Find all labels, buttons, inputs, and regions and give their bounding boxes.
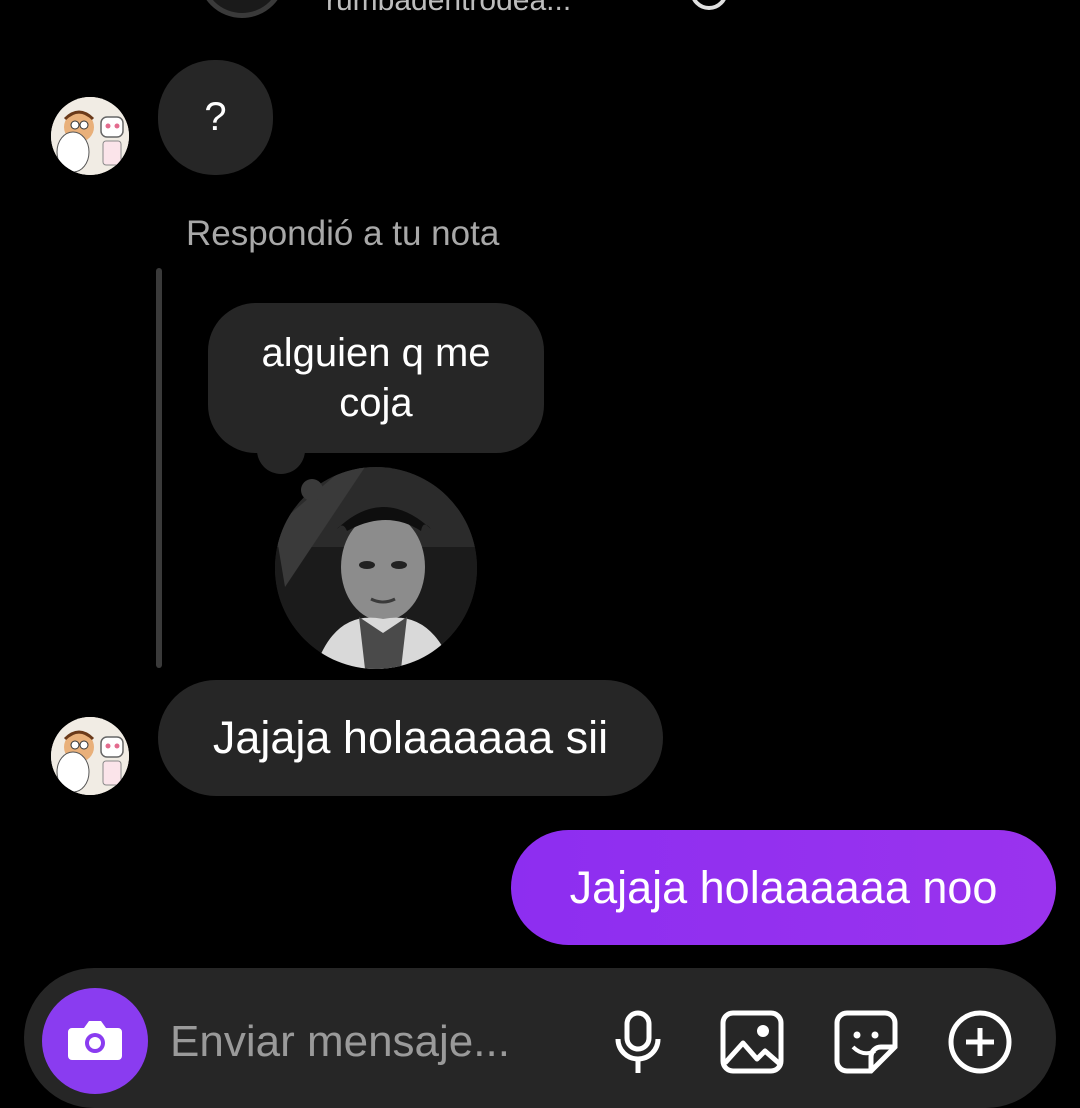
header-contact-name[interactable]: rumbadentrodea... <box>326 0 571 18</box>
header-info-icon[interactable] <box>690 0 728 10</box>
plus-circle-icon <box>946 1008 1014 1081</box>
microphone-icon <box>612 1009 664 1080</box>
add-button[interactable] <box>944 1008 1016 1080</box>
sender-avatar[interactable] <box>51 97 129 175</box>
sticker-button[interactable] <box>832 1008 900 1080</box>
message-input[interactable] <box>170 1010 590 1074</box>
gallery-button[interactable] <box>718 1008 786 1080</box>
sender-avatar[interactable] <box>51 717 129 795</box>
note-bubble-tail <box>257 440 305 474</box>
incoming-message-bubble[interactable]: ? <box>158 60 273 175</box>
note-bubble[interactable]: alguien q me coja <box>208 303 544 453</box>
microphone-button[interactable] <box>608 1008 668 1080</box>
sticker-icon <box>833 1009 899 1080</box>
camera-button[interactable] <box>42 988 148 1094</box>
note-thought-dot <box>301 479 323 501</box>
camera-icon <box>66 1016 124 1067</box>
image-icon <box>719 1009 785 1080</box>
reply-quote-bar <box>156 268 162 668</box>
incoming-message-bubble[interactable]: Jajaja holaaaaaa sii <box>158 680 663 796</box>
header-avatar[interactable] <box>198 0 286 18</box>
outgoing-message-bubble[interactable]: Jajaja holaaaaaa noo <box>511 830 1056 945</box>
reply-context-label: Respondió a tu nota <box>186 214 500 253</box>
